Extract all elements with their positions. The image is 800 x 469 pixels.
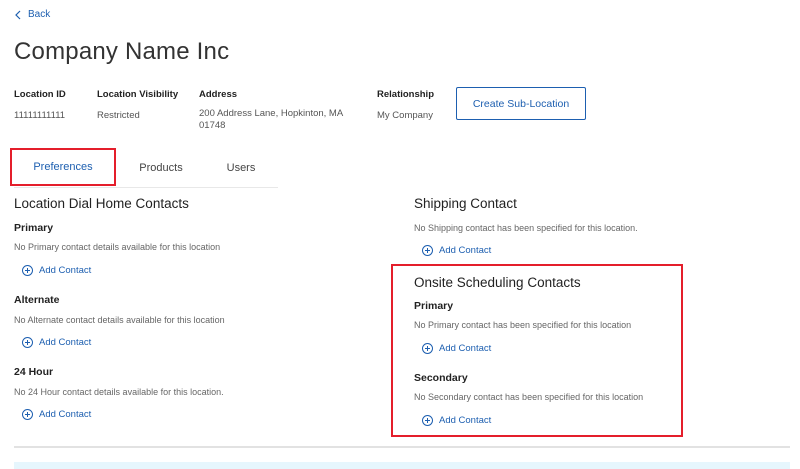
tab-products[interactable]: Products	[122, 150, 200, 186]
dial-home-primary-add-contact[interactable]: Add Contact	[22, 265, 91, 276]
plus-circle-icon	[22, 265, 33, 276]
onsite-primary-add-contact[interactable]: Add Contact	[422, 343, 491, 354]
onsite-title: Onsite Scheduling Contacts	[414, 275, 581, 290]
location-id-value: 11111111111	[14, 110, 66, 121]
dial-home-primary-note: No Primary contact details available for…	[14, 242, 221, 252]
location-visibility-label: Location Visibility	[97, 89, 179, 100]
shipping-title: Shipping Contact	[414, 196, 517, 211]
add-contact-label: Add Contact	[39, 337, 92, 348]
onsite-secondary-note: No Secondary contact has been specified …	[414, 392, 644, 402]
chevron-left-icon	[15, 10, 21, 19]
shipping-note: No Shipping contact has been specified f…	[414, 223, 638, 233]
dial-home-24hour-label: 24 Hour	[14, 366, 54, 378]
add-contact-label: Add Contact	[39, 409, 92, 420]
address-line2: 01748	[199, 120, 226, 131]
dial-home-title: Location Dial Home Contacts	[14, 196, 189, 211]
onsite-primary-label: Primary	[414, 300, 454, 312]
dial-home-alternate-add-contact[interactable]: Add Contact	[22, 337, 91, 348]
address-line1: 200 Address Lane, Hopkinton, MA	[199, 108, 344, 119]
info-banner	[14, 462, 790, 469]
shipping-add-contact[interactable]: Add Contact	[422, 245, 491, 256]
back-label: Back	[28, 9, 51, 20]
onsite-secondary-label: Secondary	[414, 372, 468, 384]
address-label: Address	[199, 89, 238, 100]
plus-circle-icon	[422, 343, 433, 354]
location-visibility-value: Restricted	[97, 110, 140, 121]
tab-preferences[interactable]: Preferences	[14, 150, 112, 186]
plus-circle-icon	[422, 415, 433, 426]
plus-circle-icon	[422, 245, 433, 256]
dial-home-alternate-note: No Alternate contact details available f…	[14, 315, 225, 325]
dial-home-24hour-add-contact[interactable]: Add Contact	[22, 409, 91, 420]
tab-users[interactable]: Users	[210, 150, 272, 186]
onsite-secondary-add-contact[interactable]: Add Contact	[422, 415, 491, 426]
dial-home-24hour-note: No 24 Hour contact details available for…	[14, 387, 224, 397]
page-title: Company Name Inc	[14, 38, 230, 65]
plus-circle-icon	[22, 409, 33, 420]
create-sub-location-button[interactable]: Create Sub-Location	[456, 87, 586, 120]
section-divider	[14, 446, 790, 448]
tab-bar: Preferences Products Users	[14, 150, 278, 188]
back-link[interactable]: Back	[14, 9, 50, 20]
add-contact-label: Add Contact	[439, 415, 492, 426]
plus-circle-icon	[22, 337, 33, 348]
dial-home-primary-label: Primary	[14, 222, 54, 234]
location-id-label: Location ID	[14, 89, 66, 100]
add-contact-label: Add Contact	[439, 343, 492, 354]
dial-home-alternate-label: Alternate	[14, 294, 60, 306]
add-contact-label: Add Contact	[439, 245, 492, 256]
onsite-primary-note: No Primary contact has been specified fo…	[414, 320, 632, 330]
relationship-value: My Company	[377, 110, 433, 121]
add-contact-label: Add Contact	[39, 265, 92, 276]
relationship-label: Relationship	[377, 89, 435, 100]
